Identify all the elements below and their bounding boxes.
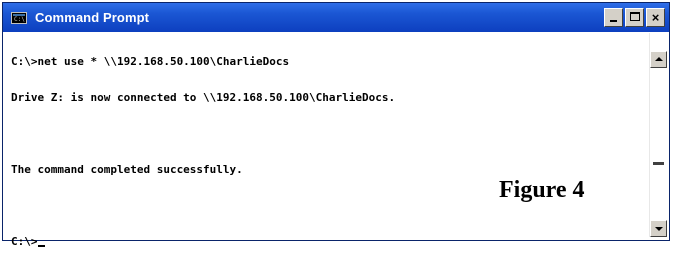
- vertical-scrollbar[interactable]: [649, 33, 667, 237]
- close-button[interactable]: ×: [646, 8, 665, 27]
- prompt-text: C:\>: [11, 235, 38, 248]
- title-bar[interactable]: C:\ Command Prompt ×: [3, 3, 669, 32]
- console-line: The command completed successfully.: [11, 163, 243, 176]
- figure-label: Figure 4: [499, 177, 585, 203]
- prompt-line: C:\>: [11, 236, 395, 248]
- console-line: Drive Z: is now connected to \\192.168.5…: [11, 91, 396, 104]
- console-icon[interactable]: C:\: [11, 11, 27, 24]
- arrow-down-icon: [655, 227, 663, 231]
- minimize-button[interactable]: [604, 8, 623, 27]
- maximize-button[interactable]: [625, 8, 644, 27]
- console-line: C:\>net use * \\192.168.50.100\CharlieDo…: [11, 55, 290, 68]
- minimize-icon: [610, 20, 617, 22]
- command-prompt-window: C:\ Command Prompt × C:\>net use * \\192…: [2, 2, 670, 248]
- scrollbar-thumb[interactable]: [653, 162, 664, 165]
- text-cursor: [37, 245, 45, 247]
- window-title: Command Prompt: [35, 10, 150, 25]
- window-controls: ×: [604, 8, 665, 27]
- console-lines: C:\>net use * \\192.168.50.100\CharlieDo…: [11, 32, 395, 272]
- scroll-up-button[interactable]: [650, 51, 667, 68]
- scroll-down-button[interactable]: [650, 220, 667, 237]
- maximize-icon: [630, 12, 640, 21]
- close-icon: ×: [651, 10, 660, 25]
- arrow-up-icon: [655, 57, 663, 61]
